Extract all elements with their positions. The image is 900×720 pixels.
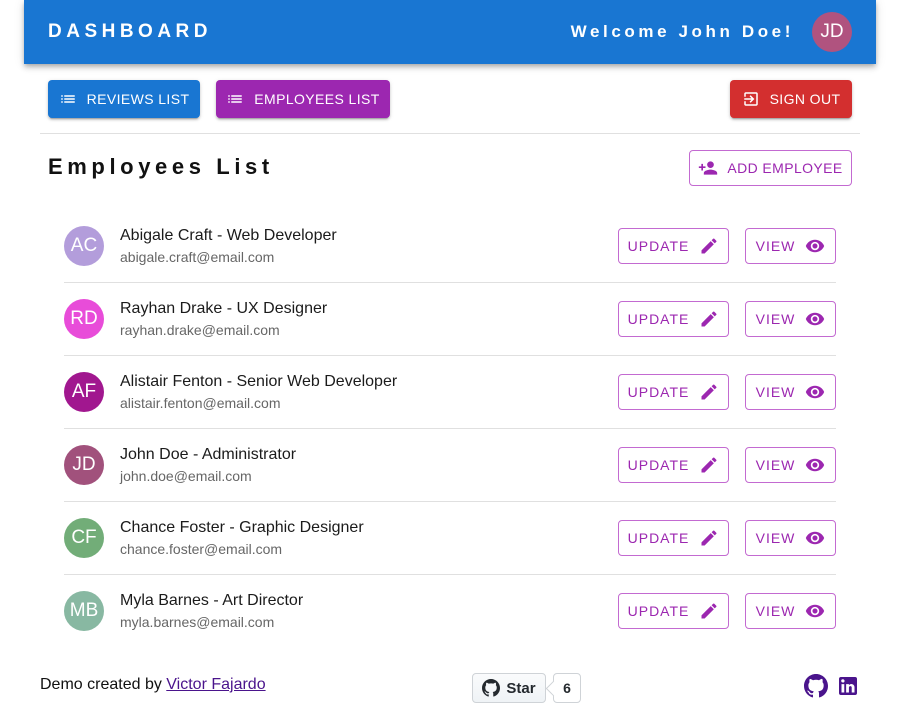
- avatar: JD: [64, 445, 104, 485]
- employee-email: abigale.craft@email.com: [120, 249, 275, 265]
- list-item: JD John Doe - Administrator john.doe@email…: [64, 429, 836, 502]
- divider: [40, 133, 860, 134]
- employee-name: Alistair Fenton - Senior Web Developer: [120, 373, 398, 390]
- employee-name: Abigale Craft - Web Developer: [120, 227, 337, 244]
- list-item: RD Rayhan Drake - UX Designer rayhan.drake…: [64, 283, 836, 356]
- update-label: UPDATE: [627, 311, 690, 327]
- employee-list: AC Abigale Craft - Web Developer abigale.c…: [64, 210, 836, 648]
- employees-list-label: EMPLOYEES LIST: [254, 91, 380, 107]
- update-button[interactable]: UPDATE: [618, 520, 729, 556]
- credit-text: Demo created by: [40, 676, 167, 693]
- view-label: VIEW: [755, 384, 796, 400]
- view-button[interactable]: VIEW: [745, 301, 836, 337]
- employee-name: Chance Foster - Graphic Designer: [120, 519, 364, 536]
- linkedin-icon: [839, 677, 857, 695]
- user-welcome: Welcome John Doe! JD: [571, 12, 852, 52]
- employee-email: alistair.fenton@email.com: [120, 395, 281, 411]
- employee-email: chance.foster@email.com: [120, 541, 283, 557]
- avatar: AC: [64, 226, 104, 266]
- view-label: VIEW: [755, 603, 796, 619]
- add-employee-label: ADD EMPLOYEE: [727, 160, 843, 176]
- employee-email: rayhan.drake@email.com: [120, 322, 280, 338]
- reviews-list-button[interactable]: REVIEWS LIST: [48, 80, 200, 118]
- update-button[interactable]: UPDATE: [618, 593, 729, 629]
- update-button[interactable]: UPDATE: [618, 301, 729, 337]
- github-icon: [482, 679, 501, 697]
- author-link[interactable]: Victor Fajardo: [166, 676, 265, 693]
- list-icon: [60, 95, 75, 103]
- add-employee-button[interactable]: ADD EMPLOYEE: [689, 150, 852, 186]
- avatar: AF: [64, 372, 104, 412]
- pencil-icon: [701, 603, 717, 619]
- page-title: Employees List: [48, 154, 274, 179]
- linkedin-link[interactable]: [836, 674, 860, 698]
- view-label: VIEW: [755, 530, 796, 546]
- eye-icon: [806, 239, 825, 253]
- avatar: CF: [64, 518, 104, 558]
- brand-title: DASHBOARD: [48, 21, 212, 42]
- eye-icon: [806, 312, 825, 326]
- logout-icon: [743, 92, 758, 106]
- list-item: MB Myla Barnes - Art Director myla.barnes@…: [64, 575, 836, 648]
- star-label: Star: [506, 679, 536, 697]
- star-count[interactable]: 6: [553, 673, 581, 703]
- github-star-button[interactable]: Star: [472, 673, 546, 703]
- employee-email: myla.barnes@email.com: [120, 614, 275, 630]
- employee-email: john.doe@email.com: [120, 468, 252, 484]
- list-item: AC Abigale Craft - Web Developer abigale.c…: [64, 210, 836, 283]
- view-button[interactable]: VIEW: [745, 520, 836, 556]
- view-button[interactable]: VIEW: [745, 228, 836, 264]
- employee-name: John Doe - Administrator: [120, 446, 297, 463]
- github-icon: [804, 674, 828, 698]
- eye-icon: [806, 604, 825, 618]
- sign-out-label: SIGN OUT: [769, 91, 841, 107]
- sign-out-button[interactable]: SIGN OUT: [730, 80, 852, 118]
- avatar: MB: [64, 591, 104, 631]
- pencil-icon: [701, 530, 717, 546]
- employee-name: Myla Barnes - Art Director: [120, 592, 304, 609]
- avatar: RD: [64, 299, 104, 339]
- welcome-text: Welcome John Doe!: [570, 22, 794, 41]
- view-label: VIEW: [755, 457, 796, 473]
- view-button[interactable]: VIEW: [745, 374, 836, 410]
- update-label: UPDATE: [627, 238, 690, 254]
- view-label: VIEW: [755, 311, 796, 327]
- pencil-icon: [701, 311, 717, 327]
- update-label: UPDATE: [627, 530, 690, 546]
- pencil-icon: [701, 384, 717, 400]
- view-button[interactable]: VIEW: [745, 447, 836, 483]
- employees-list-button[interactable]: EMPLOYEES LIST: [216, 80, 390, 118]
- update-button[interactable]: UPDATE: [618, 447, 729, 483]
- update-button[interactable]: UPDATE: [618, 228, 729, 264]
- update-label: UPDATE: [627, 457, 690, 473]
- person-add-icon: [699, 161, 718, 175]
- eye-icon: [806, 531, 825, 545]
- list-item: CF Chance Foster - Graphic Designer chance…: [64, 502, 836, 575]
- pencil-icon: [701, 457, 717, 473]
- pencil-icon: [701, 238, 717, 254]
- reviews-list-label: REVIEWS LIST: [86, 91, 190, 107]
- update-label: UPDATE: [627, 384, 690, 400]
- github-link[interactable]: [804, 674, 828, 698]
- view-label: VIEW: [755, 238, 796, 254]
- nav-buttons: REVIEWS LIST EMPLOYEES LIST SIGN OUT: [48, 80, 852, 118]
- list-item: AF Alistair Fenton - Senior Web Developer…: [64, 356, 836, 429]
- eye-icon: [806, 385, 825, 399]
- footer-credit: Demo created by Victor Fajardo: [40, 676, 266, 694]
- eye-icon: [806, 458, 825, 472]
- update-button[interactable]: UPDATE: [618, 374, 729, 410]
- employee-name: Rayhan Drake - UX Designer: [120, 300, 328, 317]
- list-icon: [228, 95, 243, 103]
- app-bar: DASHBOARD Welcome John Doe! JD: [24, 0, 876, 64]
- view-button[interactable]: VIEW: [745, 593, 836, 629]
- user-avatar[interactable]: JD: [812, 12, 852, 52]
- update-label: UPDATE: [627, 603, 690, 619]
